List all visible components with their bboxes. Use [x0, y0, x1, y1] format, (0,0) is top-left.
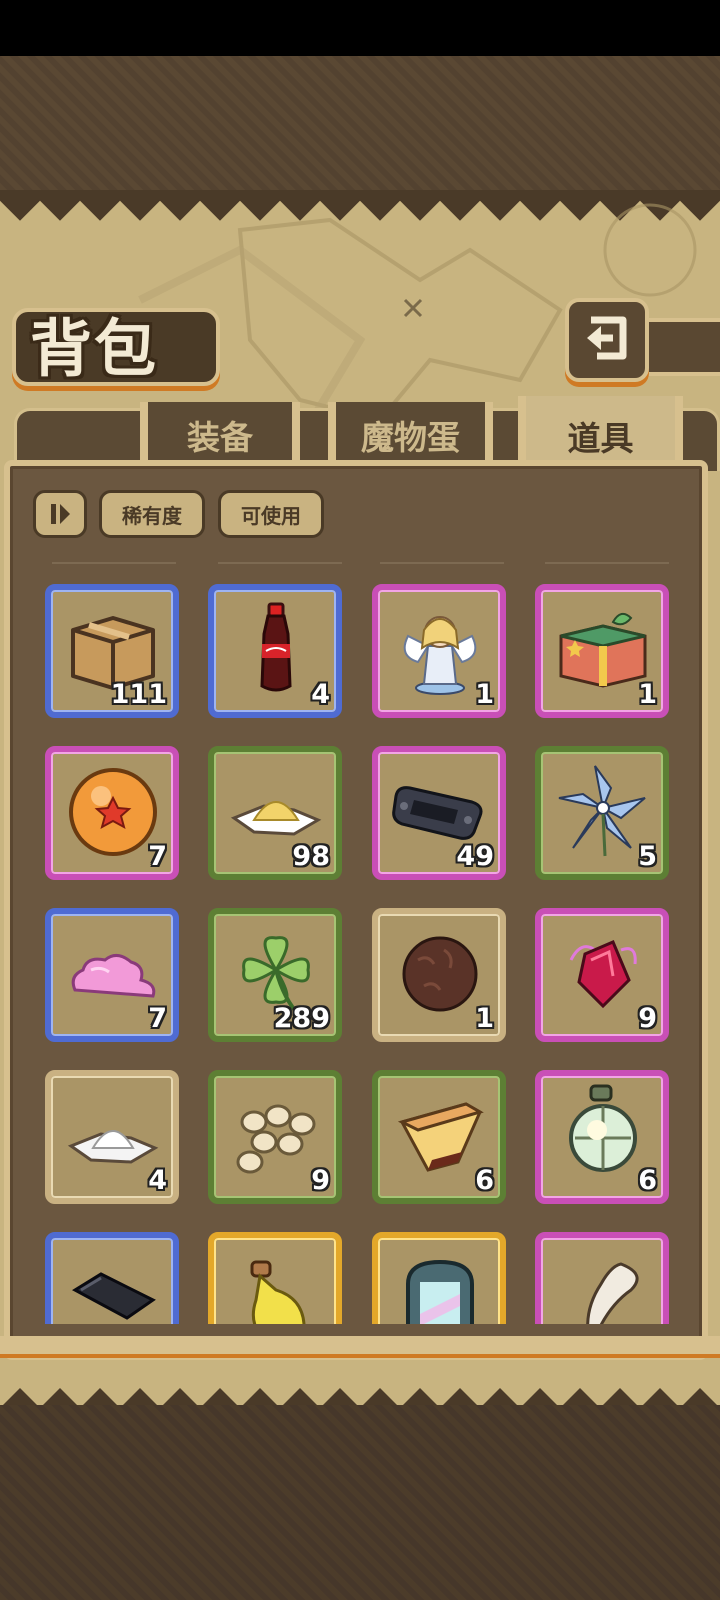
item-count: 5 — [638, 841, 657, 872]
black-bar-icon — [71, 1272, 156, 1320]
filter-usable-button[interactable]: 可使用 — [218, 490, 324, 538]
item-count: 9 — [638, 1003, 657, 1034]
panel-bottom-frame — [0, 1336, 720, 1358]
item-slot-pink-cloud[interactable]: 7 — [45, 908, 179, 1042]
item-slot-star-orb[interactable]: 7 — [45, 746, 179, 880]
sort-button[interactable] — [33, 490, 87, 538]
item-slot-gift-box[interactable]: 1 — [535, 584, 669, 718]
back-button[interactable] — [565, 298, 649, 382]
rainbow-mirror-icon — [406, 1259, 474, 1324]
back-button-bar — [640, 318, 720, 376]
status-bar — [0, 0, 720, 56]
item-count: 1 — [475, 1003, 494, 1034]
item-count: 111 — [110, 679, 167, 710]
item-slot-white-powder[interactable]: 4 — [45, 1070, 179, 1204]
item-count: 4 — [311, 679, 330, 710]
item-slot-cardboard-box[interactable]: 111 — [45, 584, 179, 718]
item-count: 9 — [311, 1165, 330, 1196]
tab-monster-egg[interactable]: 魔物蛋 — [328, 402, 493, 468]
item-slot-angel-figurine[interactable]: 1 — [372, 584, 506, 718]
item-slot-blue-flower[interactable]: 5 — [535, 746, 669, 880]
item-count: 7 — [148, 841, 167, 872]
item-count: 7 — [148, 1003, 167, 1034]
item-slot-yellow-powder[interactable]: 98 — [208, 746, 342, 880]
fang-icon — [586, 1262, 639, 1324]
item-slot-fur-ball[interactable]: 1 — [372, 908, 506, 1042]
item-slot-red-crystal[interactable]: 9 — [535, 908, 669, 1042]
item-slot-rainbow-mirror[interactable] — [372, 1232, 506, 1324]
sort-icon — [51, 504, 70, 524]
tab-equipment[interactable]: 装备 — [140, 402, 300, 468]
divider — [545, 562, 669, 564]
item-slot-lantern[interactable]: 6 — [535, 1070, 669, 1204]
item-count: 6 — [638, 1165, 657, 1196]
divider — [380, 562, 504, 564]
item-slot-beans[interactable]: 9 — [208, 1070, 342, 1204]
item-count: 289 — [273, 1003, 330, 1034]
item-slot-pudding[interactable]: 6 — [372, 1070, 506, 1204]
divider — [52, 562, 176, 564]
filter-rarity-button[interactable]: 稀有度 — [99, 490, 205, 538]
yellow-potion-icon — [250, 1260, 306, 1324]
divider — [218, 562, 342, 564]
item-slot-cola[interactable]: 4 — [208, 584, 342, 718]
item-count: 4 — [148, 1165, 167, 1196]
item-slot-handheld-console[interactable]: 49 — [372, 746, 506, 880]
item-count: 98 — [292, 841, 330, 872]
item-slot-clover[interactable]: 289 — [208, 908, 342, 1042]
map-background-bottom — [0, 1405, 720, 1600]
item-slot-black-bar[interactable] — [45, 1232, 179, 1324]
item-count: 6 — [475, 1165, 494, 1196]
item-count: 1 — [475, 679, 494, 710]
map-background-top — [0, 56, 720, 191]
item-grid: 111 4 1 1 7 98 49 5 7 289 1 9 4 9 6 6 — [20, 578, 700, 1324]
item-count: 49 — [456, 841, 494, 872]
item-count: 1 — [638, 679, 657, 710]
item-slot-yellow-potion[interactable] — [208, 1232, 342, 1324]
return-arrow-icon — [587, 316, 627, 360]
page-title: 背包 — [30, 312, 159, 385]
item-slot-fang[interactable] — [535, 1232, 669, 1324]
